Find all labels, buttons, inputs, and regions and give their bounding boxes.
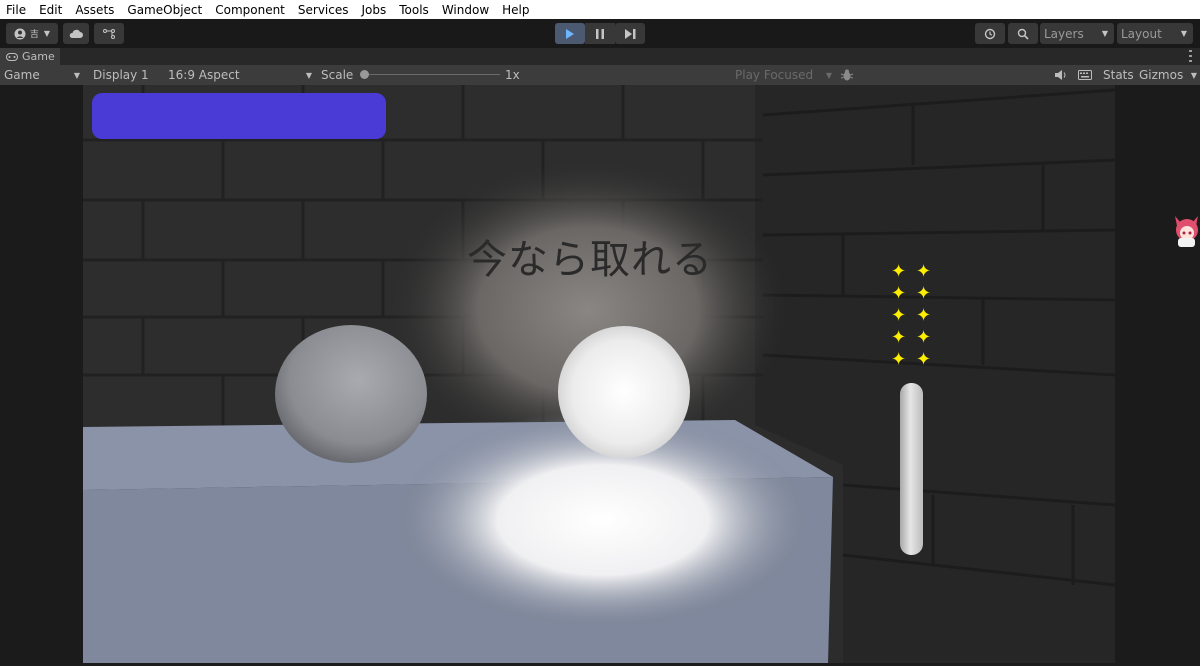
sparkle-icon: ✦	[891, 305, 907, 326]
search-button[interactable]	[1008, 23, 1038, 44]
gamepad-icon	[6, 52, 18, 61]
chevron-down-icon: ▼	[43, 29, 51, 38]
sparkle-icon: ✦	[916, 261, 932, 282]
account-dropdown[interactable]: 吉 ▼	[6, 23, 58, 44]
display-label: Display 1	[93, 68, 149, 82]
audio-icon[interactable]	[1054, 69, 1068, 81]
collab-button[interactable]	[94, 23, 124, 44]
play-button[interactable]	[555, 23, 585, 44]
menu-services[interactable]: Services	[298, 3, 349, 17]
tab-bar: Game	[0, 48, 1200, 65]
history-button[interactable]	[975, 23, 1005, 44]
mode-label: Game	[4, 68, 40, 82]
play-icon	[566, 28, 574, 39]
sparkle-icon: ✦	[916, 283, 932, 304]
chevron-down-icon: ▼	[1190, 70, 1197, 80]
chevron-down-icon: ▼	[1101, 29, 1108, 38]
scale-slider[interactable]	[360, 70, 500, 80]
play-focused-label: Play Focused	[735, 68, 814, 82]
sparkle-icon: ✦	[891, 283, 907, 304]
bug-icon[interactable]	[840, 68, 854, 82]
menu-gameobject[interactable]: GameObject	[127, 3, 202, 17]
gizmos-dropdown[interactable]: Gizmos ▼	[1139, 67, 1199, 83]
menu-assets[interactable]: Assets	[75, 3, 114, 17]
mascot-avatar	[1175, 216, 1198, 247]
main-toolbar: 吉 ▼ Layers ▼ Layout ▼	[0, 19, 1200, 48]
pause-button[interactable]	[585, 23, 615, 44]
collab-icon	[103, 28, 115, 39]
layers-label: Layers	[1044, 26, 1084, 41]
play-focused-dropdown[interactable]: Play Focused ▼	[735, 67, 835, 83]
layers-dropdown[interactable]: Layers ▼	[1040, 23, 1114, 44]
step-icon	[624, 28, 635, 39]
menu-jobs[interactable]: Jobs	[362, 3, 387, 17]
sparkle-icon: ✦	[916, 305, 932, 326]
cloud-icon	[69, 29, 83, 38]
pause-icon	[596, 28, 604, 39]
tab-game[interactable]: Game	[0, 48, 60, 65]
aspect-label: 16:9 Aspect	[168, 68, 240, 82]
chevron-down-icon: ▼	[73, 70, 80, 80]
display-dropdown[interactable]: Display 1	[93, 67, 163, 83]
sparkle-icon: ✦	[891, 327, 907, 348]
scale-value: 1x	[505, 68, 520, 82]
menu-component[interactable]: Component	[215, 3, 285, 17]
game-view-controls: Game ▼ Display 1 16:9 Aspect ▼ Scale 1x …	[0, 65, 1200, 85]
account-label: 吉	[29, 30, 39, 40]
menu-edit[interactable]: Edit	[39, 3, 62, 17]
layout-label: Layout	[1121, 26, 1162, 41]
step-button[interactable]	[615, 23, 645, 44]
menu-help[interactable]: Help	[502, 3, 529, 17]
stats-button[interactable]: Stats	[1103, 67, 1135, 83]
search-icon	[1017, 28, 1029, 40]
sparkle-icon: ✦	[891, 349, 907, 370]
sparkle-icon: ✦	[916, 349, 932, 370]
account-icon	[14, 28, 26, 39]
game-scene	[83, 85, 1115, 663]
gizmos-label: Gizmos	[1139, 68, 1184, 82]
chevron-down-icon: ▼	[1180, 29, 1187, 38]
keyboard-icon[interactable]	[1078, 69, 1092, 81]
pillar	[900, 383, 923, 555]
menu-tools[interactable]: Tools	[399, 3, 429, 17]
scale-label: Scale	[321, 68, 354, 82]
game-view[interactable]: 今なら取れる ✦ ✦ ✦ ✦ ✦ ✦ ✦ ✦ ✦ ✦	[83, 85, 1115, 663]
aspect-dropdown[interactable]: 16:9 Aspect ▼	[168, 67, 314, 83]
menu-file[interactable]: File	[6, 3, 26, 17]
menu-bar: File Edit Assets GameObject Component Se…	[0, 0, 1200, 19]
chevron-down-icon: ▼	[825, 70, 832, 80]
wall-text: 今なら取れる	[467, 237, 713, 283]
tab-menu-icon[interactable]	[1189, 50, 1192, 62]
scale-slider-handle[interactable]	[360, 70, 369, 79]
menu-window[interactable]: Window	[442, 3, 489, 17]
tab-label: Game	[22, 50, 55, 63]
sparkle-icon: ✦	[916, 327, 932, 348]
sparkle-icon: ✦	[891, 261, 907, 282]
chevron-down-icon: ▼	[305, 70, 312, 80]
history-icon	[984, 28, 996, 39]
health-bar	[92, 93, 386, 139]
cloud-button[interactable]	[63, 23, 89, 44]
mode-dropdown[interactable]: Game ▼	[4, 67, 82, 83]
layout-dropdown[interactable]: Layout ▼	[1117, 23, 1193, 44]
